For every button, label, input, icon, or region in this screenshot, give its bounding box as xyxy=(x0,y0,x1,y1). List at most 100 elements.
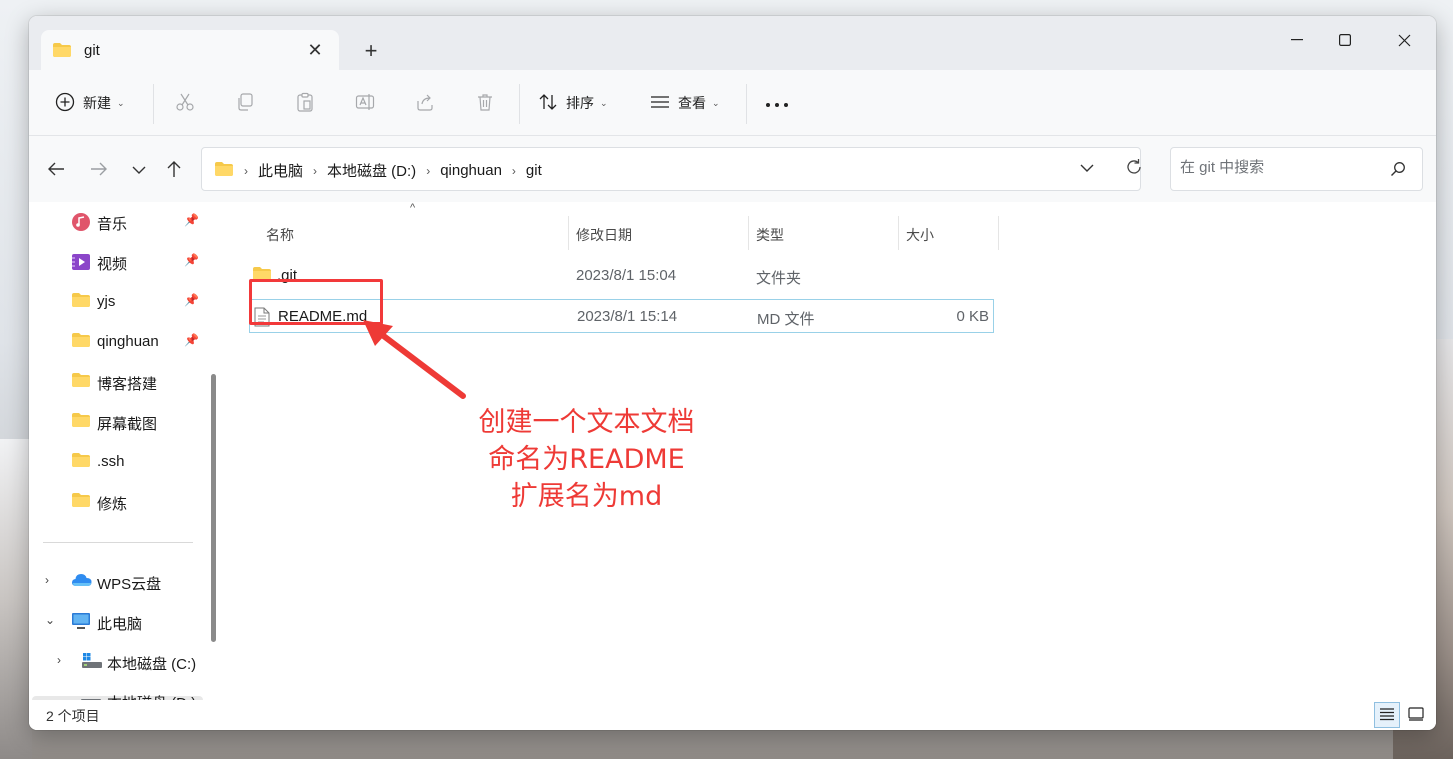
chevron-right-icon[interactable]: › xyxy=(512,164,516,178)
more-horizontal-icon xyxy=(765,95,789,111)
pin-icon[interactable]: 📌 xyxy=(184,253,199,267)
drive-icon xyxy=(81,652,102,670)
sidebar-item-blog[interactable]: 博客搭建 xyxy=(29,363,205,399)
copy-button[interactable] xyxy=(235,89,255,117)
breadcrumb-drive-d[interactable]: 本地磁盘 (D:) xyxy=(327,160,416,181)
tab-title: git xyxy=(84,42,100,59)
folder-icon xyxy=(52,42,72,61)
column-header-type[interactable]: 类型 xyxy=(756,225,784,245)
plus-circle-icon xyxy=(55,92,75,115)
close-tab-icon[interactable]: ✕ xyxy=(303,38,327,62)
annotation-line: 创建一个文本文档 xyxy=(478,407,695,438)
close-window-button[interactable] xyxy=(1381,24,1427,56)
breadcrumb-this-pc[interactable]: 此电脑 xyxy=(258,160,303,181)
sidebar-item-yjs[interactable]: yjs 📌 xyxy=(29,283,205,319)
scrollbar-thumb[interactable] xyxy=(211,374,216,642)
sidebar-item-qinghuan[interactable]: qinghuan 📌 xyxy=(29,323,205,359)
search-input[interactable] xyxy=(1180,159,1380,176)
chevron-down-icon[interactable]: ⌄ xyxy=(45,613,55,627)
new-button[interactable]: 新建 ⌄ xyxy=(55,89,125,117)
forward-button[interactable] xyxy=(86,158,112,182)
view-button[interactable]: 查看 ⌄ xyxy=(650,89,720,117)
chevron-right-icon[interactable]: › xyxy=(57,653,61,667)
thumbnail-view-icon xyxy=(1408,706,1424,724)
clipboard-icon xyxy=(295,92,315,115)
breadcrumb-qinghuan[interactable]: qinghuan xyxy=(440,162,502,179)
column-divider[interactable] xyxy=(898,216,899,250)
sidebar-item-label: 视频 xyxy=(97,256,128,273)
file-list: ^ 名称 修改日期 类型 大小 .git 2023/8/1 15:04 文件夹 … xyxy=(224,202,1436,700)
cut-button[interactable] xyxy=(175,89,195,117)
scissors-icon xyxy=(175,92,195,115)
sidebar-item-label: 屏幕截图 xyxy=(97,416,158,433)
sidebar-item-label: 音乐 xyxy=(97,216,128,233)
refresh-button[interactable] xyxy=(1125,158,1143,179)
search-icon[interactable] xyxy=(1390,161,1406,180)
title-bar: git ✕ + xyxy=(29,16,1436,70)
cloud-icon xyxy=(71,572,92,590)
chevron-down-icon: ⌄ xyxy=(712,97,720,108)
chevron-right-icon[interactable]: › xyxy=(45,573,49,587)
paste-button[interactable] xyxy=(295,89,315,117)
sidebar-item-practice[interactable]: 修炼 xyxy=(29,483,205,519)
chevron-right-icon[interactable]: › xyxy=(244,164,248,178)
pin-icon[interactable]: 📌 xyxy=(184,333,199,347)
sort-icon xyxy=(538,92,558,115)
navigation-pane: 音乐 📌 视频 📌 yjs 📌 qinghuan 📌 博客搭建 屏幕截图 .ss… xyxy=(29,202,224,700)
rename-icon xyxy=(355,92,375,115)
sidebar-item-drive-c[interactable]: › 本地磁盘 (C:) xyxy=(29,643,205,679)
sidebar-item-wps-cloud[interactable]: › WPS云盘 xyxy=(29,563,205,599)
chevron-down-icon xyxy=(132,162,146,178)
sidebar-item-label: qinghuan xyxy=(97,333,159,350)
chevron-down-icon: ⌄ xyxy=(117,97,125,108)
new-tab-button[interactable]: + xyxy=(359,40,383,64)
more-options-button[interactable] xyxy=(765,89,789,117)
sidebar-item-screenshots[interactable]: 屏幕截图 xyxy=(29,403,205,439)
chevron-right-icon[interactable]: › xyxy=(426,164,430,178)
share-icon xyxy=(415,92,435,115)
details-view-button[interactable] xyxy=(1374,702,1400,728)
tab-git[interactable]: git ✕ xyxy=(41,30,339,70)
sidebar-item-this-pc[interactable]: ⌄ 此电脑 xyxy=(29,603,205,639)
breadcrumb: › 此电脑 › 本地磁盘 (D:) › qinghuan › git xyxy=(214,160,542,181)
column-header-size[interactable]: 大小 xyxy=(906,225,934,245)
divider xyxy=(519,84,520,124)
column-divider[interactable] xyxy=(998,216,999,250)
column-header-name[interactable]: 名称 xyxy=(266,225,294,245)
trash-icon xyxy=(475,92,495,115)
share-button[interactable] xyxy=(415,89,435,117)
sidebar-item-label: yjs xyxy=(97,293,116,310)
column-header-date[interactable]: 修改日期 xyxy=(576,225,632,245)
search-box[interactable] xyxy=(1170,147,1423,191)
item-count: 2 个项目 xyxy=(46,708,100,724)
thumbnail-view-button[interactable] xyxy=(1403,702,1429,728)
sidebar-item-video[interactable]: 视频 📌 xyxy=(29,243,205,279)
sidebar-item-label: 本地磁盘 (D:) xyxy=(107,692,196,700)
back-button[interactable] xyxy=(43,158,69,182)
maximize-button[interactable] xyxy=(1322,24,1368,56)
pin-icon[interactable]: 📌 xyxy=(184,293,199,307)
breadcrumb-git[interactable]: git xyxy=(526,162,542,179)
column-divider[interactable] xyxy=(568,216,569,250)
rename-button[interactable] xyxy=(355,89,375,117)
up-button[interactable] xyxy=(161,158,187,182)
pin-icon[interactable]: 📌 xyxy=(184,213,199,227)
sort-button[interactable]: 排序 ⌄ xyxy=(538,89,608,117)
view-label: 查看 xyxy=(678,95,706,111)
folder-icon xyxy=(71,492,91,510)
address-bar[interactable]: › 此电脑 › 本地磁盘 (D:) › qinghuan › git xyxy=(201,147,1141,191)
file-type: MD 文件 xyxy=(757,311,815,328)
folder-icon xyxy=(71,452,91,470)
minimize-button[interactable] xyxy=(1274,24,1320,56)
video-icon xyxy=(71,252,91,270)
chevron-right-icon[interactable]: › xyxy=(313,164,317,178)
sidebar-item-music[interactable]: 音乐 📌 xyxy=(29,203,205,239)
recent-locations-button[interactable] xyxy=(126,158,152,182)
delete-button[interactable] xyxy=(475,89,495,117)
details-view-icon xyxy=(1379,707,1395,724)
sidebar-item-ssh[interactable]: .ssh xyxy=(29,443,205,479)
address-history-button[interactable] xyxy=(1080,160,1094,176)
divider xyxy=(43,542,193,543)
list-view-icon xyxy=(650,92,670,115)
column-divider[interactable] xyxy=(748,216,749,250)
